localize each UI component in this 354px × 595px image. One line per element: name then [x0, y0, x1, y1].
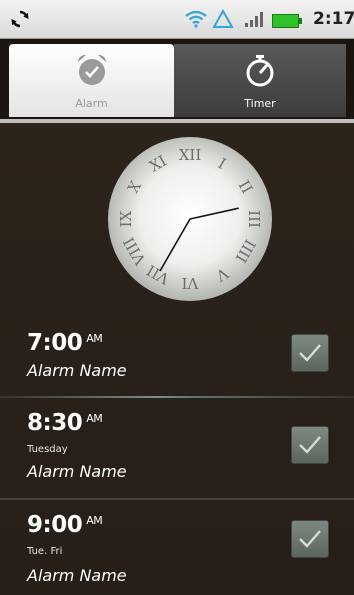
checkmark-icon	[299, 530, 321, 548]
alarm-days: Tue. Fri	[27, 546, 63, 557]
alarm-clock-icon	[72, 50, 112, 94]
battery-icon	[272, 13, 302, 32]
status-time: 2:17	[313, 9, 354, 29]
tab-timer[interactable]: Timer	[174, 44, 346, 117]
alarm-row-1[interactable]: 7:00 AM Alarm Name	[0, 318, 354, 396]
alarm-enable-checkbox[interactable]	[291, 520, 329, 558]
tab-alarm-label: Alarm	[75, 97, 108, 110]
triangle-icon	[212, 8, 234, 33]
alarm-time: 8:30 AM	[27, 410, 103, 436]
clock-numeral: VI	[182, 274, 200, 292]
analog-clock: XII I II III IIII V VI VII VIII IX X XI	[107, 136, 273, 302]
signal-icon	[244, 10, 264, 32]
alarm-row-2[interactable]: 8:30 AM Tuesday Alarm Name	[0, 398, 354, 498]
clock-numeral: XII	[179, 146, 202, 164]
alarm-time: 9:00 AM	[27, 512, 103, 538]
clock-numeral: IX	[117, 210, 135, 227]
tab-alarm[interactable]: Alarm	[9, 44, 174, 117]
clock-numeral: III	[245, 210, 263, 228]
alarm-ampm: AM	[86, 514, 103, 527]
tab-bar: Alarm Timer	[0, 39, 354, 123]
checkmark-icon	[299, 436, 321, 454]
stopwatch-icon	[240, 50, 280, 94]
alarm-name: Alarm Name	[27, 361, 127, 380]
alarm-clock-screen: 2:17 Alarm Timer XII I II III IIII V VI …	[0, 0, 354, 595]
tab-underline	[0, 119, 354, 123]
wifi-icon	[185, 10, 207, 32]
alarm-enable-checkbox[interactable]	[291, 334, 329, 372]
checkmark-icon	[299, 344, 321, 362]
alarm-ampm: AM	[86, 412, 103, 425]
alarm-time: 7:00 AM	[27, 330, 103, 356]
alarm-days: Tuesday	[27, 444, 68, 455]
alarm-row-3[interactable]: 9:00 AM Tue. Fri Alarm Name	[0, 500, 354, 595]
alarm-name: Alarm Name	[27, 462, 127, 481]
tab-timer-label: Timer	[244, 97, 276, 110]
analog-clock-face: XII IIIIIIIIIIVVIVIIVIIIIXXXI	[108, 137, 272, 301]
alarm-ampm: AM	[86, 332, 103, 345]
alarm-name: Alarm Name	[27, 566, 127, 585]
alarm-enable-checkbox[interactable]	[291, 426, 329, 464]
sync-icon	[10, 9, 30, 33]
status-bar: 2:17	[0, 0, 354, 39]
